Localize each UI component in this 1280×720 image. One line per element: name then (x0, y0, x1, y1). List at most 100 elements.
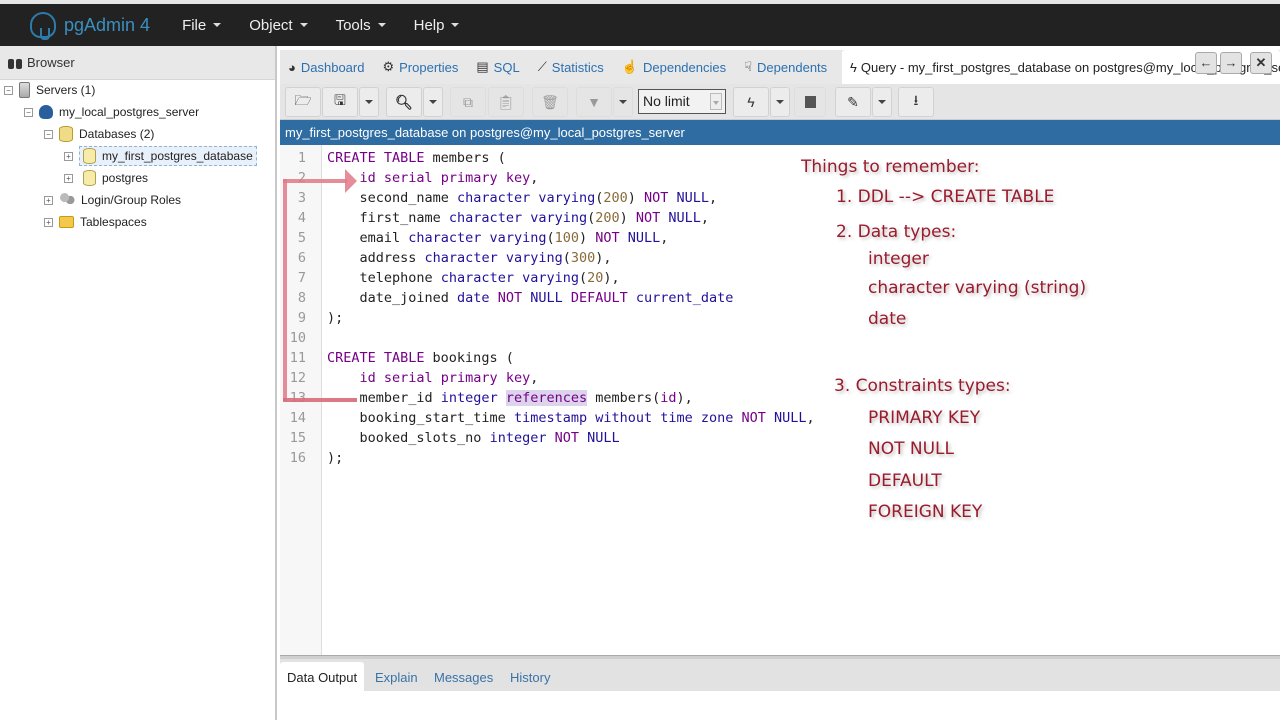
tab-statistics[interactable]: ⟋ Statistics (538, 59, 604, 75)
tab-history[interactable]: History (503, 662, 557, 691)
caret-down-icon (451, 23, 460, 27)
query-tab-label: Query - my_first_postgres_database on po… (860, 59, 1280, 75)
tab-next-button[interactable]: → (1220, 52, 1242, 74)
paste-button[interactable]: 📋︎ (488, 87, 524, 117)
code-token: , (660, 230, 669, 246)
file-icon: ▤ (476, 59, 489, 74)
edit-dropdown-button[interactable] (872, 87, 892, 117)
code-token: id serial primary key (359, 170, 531, 186)
menu-help-label: Help (413, 16, 445, 34)
tab-dashboard[interactable]: ◕ Dashboard (288, 60, 364, 75)
collapse-icon[interactable]: − (44, 129, 53, 139)
tree-node-label: my_first_postgres_database (102, 149, 253, 163)
tree-node-servers[interactable]: − Servers (1) (4, 80, 95, 100)
tab-close-button[interactable]: ✕ (1250, 52, 1272, 74)
open-file-button[interactable]: 🗁 (285, 87, 321, 117)
code-token: ), (603, 270, 620, 286)
caret-down-icon (377, 23, 386, 27)
delete-button[interactable]: 🗑︎ (532, 87, 568, 117)
save-dropdown-button[interactable] (359, 87, 379, 117)
browser-header: Browser (0, 46, 275, 80)
tab-label: Statistics (551, 59, 604, 75)
code-token: character varying (457, 190, 596, 206)
tab-prev-button[interactable]: ← (1195, 52, 1217, 74)
menu-help[interactable]: Help (400, 17, 474, 34)
save-button[interactable]: 🖫 (322, 87, 358, 117)
expand-icon[interactable]: + (44, 217, 53, 227)
brand[interactable]: pgAdmin 4 (30, 12, 151, 40)
tree-node-tablespaces[interactable]: + Tablespaces (44, 212, 147, 232)
code-line: booked_slots_no integer NOT NULL (327, 430, 620, 446)
filter-dropdown-button[interactable] (613, 87, 633, 117)
code-token: 200 (603, 190, 628, 206)
sql-editor[interactable]: 12345678910111213141516 CREATE TABLEmemb… (280, 145, 1280, 655)
code-token: id serial primary key (359, 370, 531, 386)
line-number: 14 (289, 410, 306, 426)
code-token: ( (587, 210, 596, 226)
code-token: ) (578, 230, 596, 246)
code-token: ( (562, 250, 571, 266)
code-token: , (530, 170, 539, 186)
code-line: date_joined date NOT NULL DEFAULT curren… (327, 290, 734, 306)
tree-node-server[interactable]: − my_local_postgres_server (24, 102, 199, 122)
notes-constraint: DEFAULT (868, 471, 942, 491)
tab-data-output[interactable]: Data Output (280, 662, 365, 691)
copy-button[interactable]: ⧉ (450, 87, 486, 117)
row-limit-value: No limit (643, 93, 690, 109)
tab-dependencies[interactable]: ☝ Dependencies (622, 59, 726, 75)
code-token: NULL (578, 430, 620, 446)
tab-properties[interactable]: ⚙ Properties (382, 59, 458, 75)
row-limit-select[interactable]: No limit (638, 89, 726, 114)
code-token: ), (595, 250, 612, 266)
expand-icon[interactable]: + (64, 173, 73, 183)
download-button[interactable]: ⭳ (898, 87, 934, 117)
code-token: CREATE TABLE (327, 350, 425, 366)
tree-node-my-first-postgres-database[interactable]: + my_first_postgres_database (64, 146, 257, 166)
annotation-arrowhead-icon (345, 169, 357, 193)
code-token: 20 (587, 270, 604, 286)
tab-messages[interactable]: Messages (427, 662, 500, 691)
app-name: pgAdmin 4 (64, 14, 151, 35)
panel-tabs: ◕ Dashboard ⚙ Properties ▤ SQL ⟋ Statistics … (280, 50, 1280, 84)
code-token: NOT (497, 290, 523, 306)
execute-dropdown-button[interactable] (770, 87, 790, 117)
code-line: first_name character varying(200) NOT NU… (327, 210, 710, 226)
code-token: NOT (741, 410, 766, 426)
expand-icon[interactable]: + (44, 195, 53, 205)
select-arrow-icon (710, 93, 722, 110)
find-dropdown-button[interactable] (423, 87, 443, 117)
tab-explain[interactable]: Explain (368, 662, 425, 691)
tree-node-databases[interactable]: − Databases (2) (44, 124, 154, 144)
code-token: NULL (765, 410, 807, 426)
menu-tools[interactable]: Tools (322, 17, 400, 34)
code-token: ( (578, 270, 588, 286)
menu-object[interactable]: Object (235, 17, 321, 34)
tab-sql[interactable]: ▤ SQL (476, 59, 519, 75)
code-token: integer (489, 430, 555, 446)
notes-item-3: 3. Constraints types: (834, 376, 1011, 396)
code-token: ); (327, 310, 344, 326)
filter-icon: ▼ (587, 94, 601, 110)
stop-button[interactable] (794, 87, 826, 117)
code-token: NOT (635, 210, 661, 226)
tree-node-label: Tablespaces (80, 215, 147, 229)
notes-constraint: FOREIGN KEY (868, 502, 983, 522)
filter-button[interactable]: ▼ (576, 87, 612, 117)
edit-button[interactable]: ✎ (835, 87, 871, 117)
menu-file[interactable]: File (168, 17, 235, 34)
find-button[interactable]: 🔍︎ (386, 87, 422, 117)
tab-dependents[interactable]: ☟ Dependents (744, 59, 827, 75)
code-token: references (505, 390, 588, 406)
code-token: ( (546, 230, 555, 246)
collapse-icon[interactable]: − (4, 85, 13, 95)
collapse-icon[interactable]: − (24, 107, 33, 117)
code-line: booking_start_time timestamp without tim… (327, 410, 815, 426)
tab-label: Dependents (757, 59, 828, 75)
expand-icon[interactable]: + (64, 151, 73, 161)
tree-node-login-group-roles[interactable]: + Login/Group Roles (44, 190, 181, 210)
selected-node[interactable]: my_first_postgres_database (79, 146, 257, 166)
execute-button[interactable]: ϟ (733, 87, 769, 117)
postgres-elephant-logo-icon (30, 12, 56, 40)
tree-node-postgres[interactable]: + postgres (64, 168, 148, 188)
code-token: NOT (595, 230, 620, 246)
